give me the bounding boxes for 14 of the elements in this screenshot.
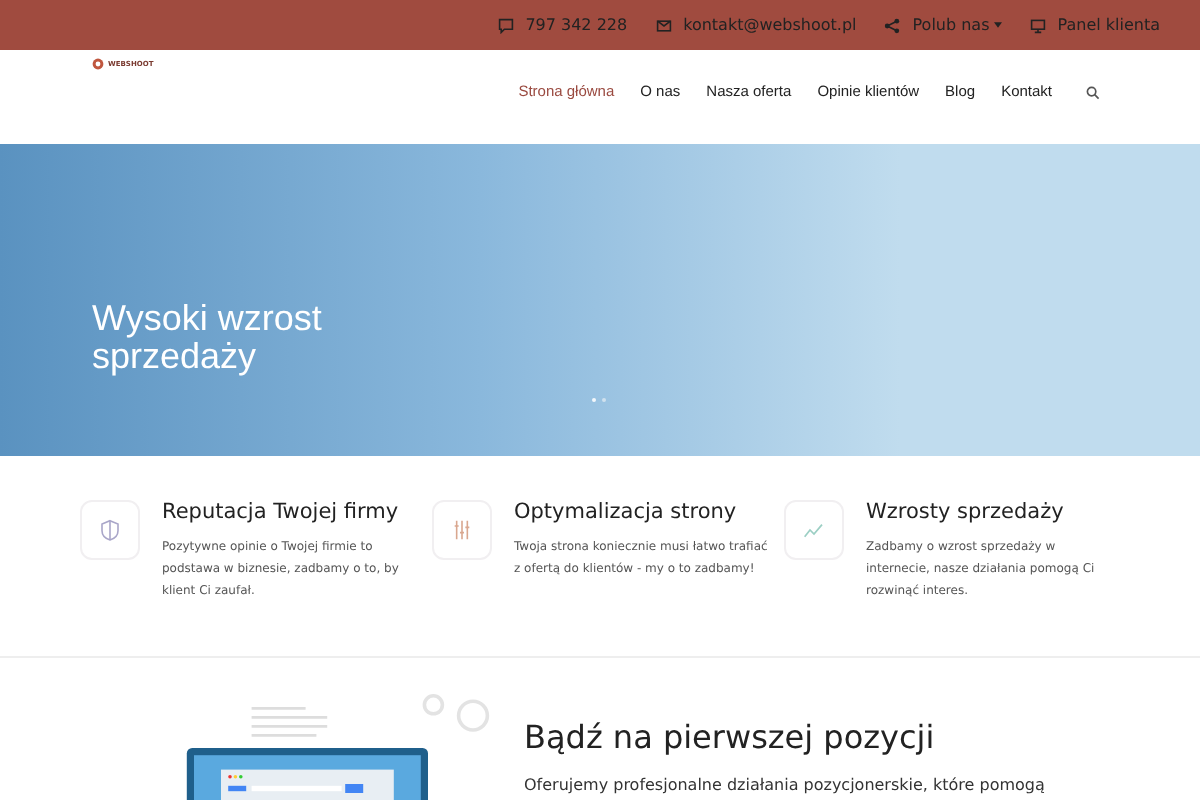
- caret-icon: [993, 22, 1002, 28]
- feature-title: Wzrosty sprzedaży: [866, 500, 1066, 524]
- logo-icon: [92, 58, 104, 70]
- share-icon: [884, 17, 901, 33]
- hero-heading: Wysoki wzrost sprzedaży: [92, 300, 324, 376]
- mail-icon: [655, 17, 672, 33]
- section-paragraph: Oferujemy profesjonalne działania pozycjonerskie, które pomogą: [524, 776, 1045, 796]
- feature-title: Reputacja Twojej firmy: [162, 500, 401, 524]
- chat-icon: [497, 17, 514, 33]
- section-heading: Bądź na pierwszej pozycji: [524, 718, 937, 756]
- search-icon[interactable]: [1086, 86, 1100, 100]
- monitor-icon: [1029, 17, 1046, 33]
- feature-title: Optymalizacja strony: [514, 500, 739, 524]
- phone-number: 797 342 228: [525, 16, 628, 34]
